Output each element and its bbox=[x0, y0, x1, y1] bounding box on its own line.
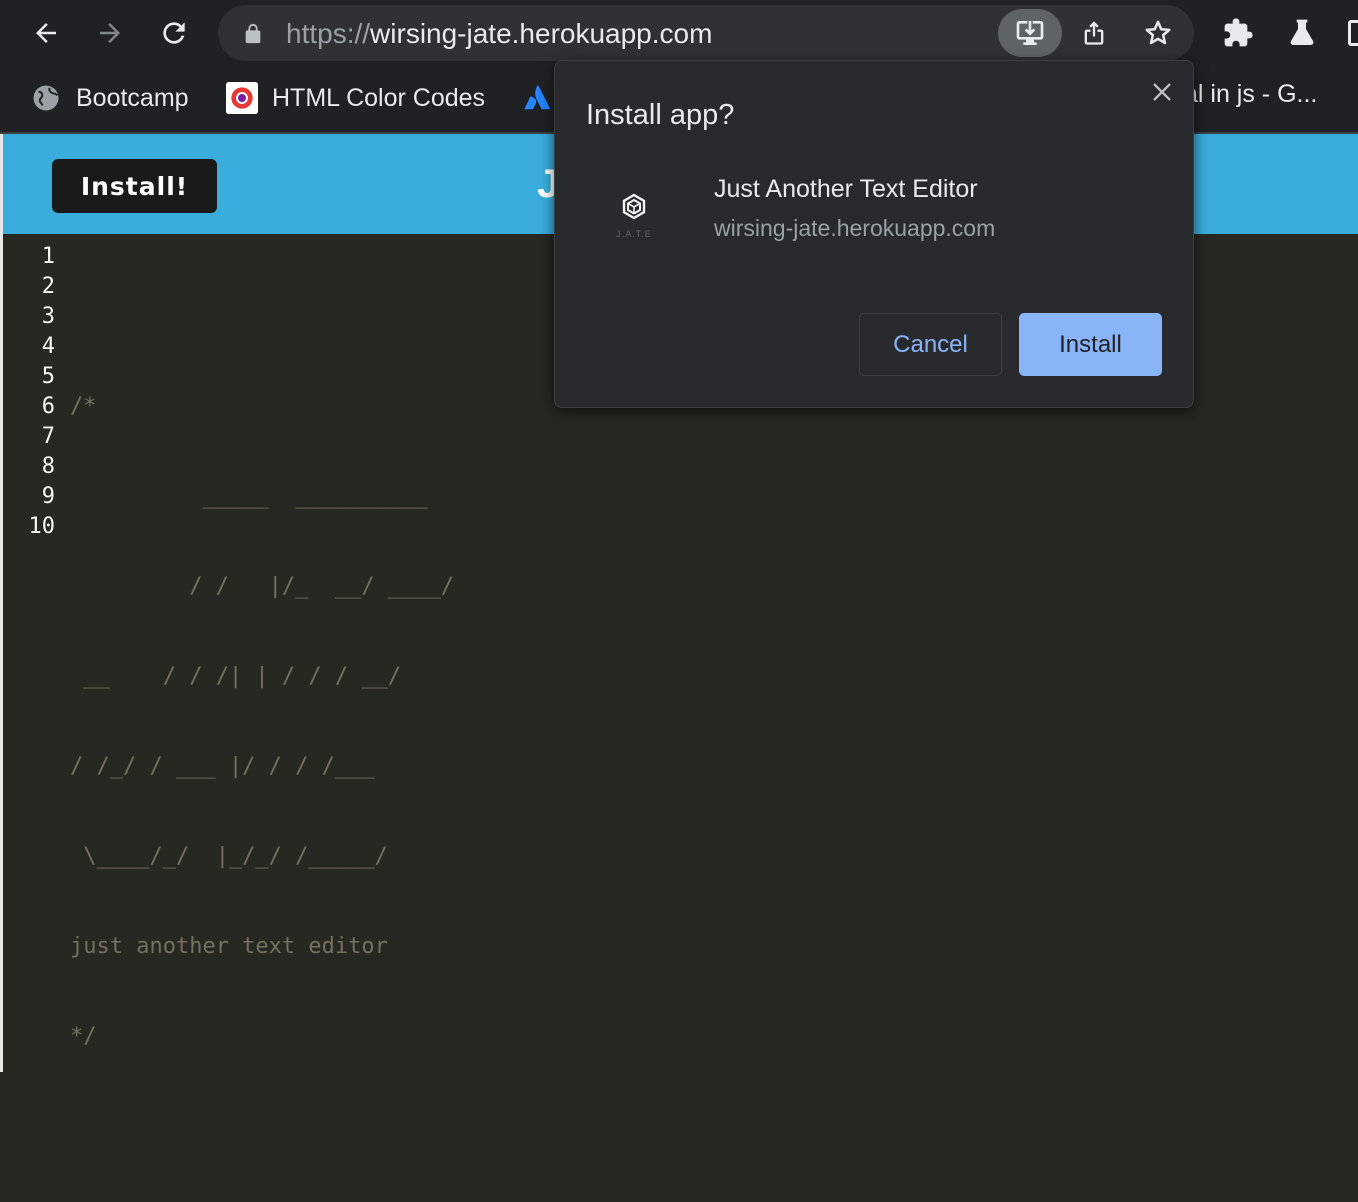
line-number: 10 bbox=[28, 514, 56, 539]
globe-icon bbox=[30, 82, 62, 114]
close-button[interactable] bbox=[1145, 75, 1179, 109]
code-line: /* bbox=[70, 394, 97, 419]
code-line: / /_/ / ___ |/ / / /___ bbox=[70, 754, 375, 779]
extensions-button[interactable] bbox=[1219, 14, 1257, 52]
line-number: 7 bbox=[41, 424, 55, 449]
line-number: 3 bbox=[41, 304, 55, 329]
bookmark-star-button[interactable] bbox=[1134, 9, 1182, 57]
line-number: 9 bbox=[41, 484, 55, 509]
install-button[interactable]: Install bbox=[1019, 313, 1162, 376]
line-number: 1 bbox=[41, 244, 55, 269]
line-number: 4 bbox=[41, 334, 55, 359]
line-number: 5 bbox=[41, 364, 55, 389]
code-line: __ / / /| | / / / __/ bbox=[70, 664, 402, 689]
star-icon bbox=[1145, 20, 1171, 45]
puzzle-icon bbox=[1224, 18, 1253, 47]
bookmark-label: HTML Color Codes bbox=[272, 83, 486, 112]
install-app-dialog: Install app? J.A.T.E Just Another Text E… bbox=[554, 60, 1194, 408]
labs-button[interactable] bbox=[1283, 14, 1321, 52]
app-icon: J.A.T.E bbox=[611, 189, 657, 243]
bookmark-html-color-codes[interactable]: HTML Color Codes bbox=[226, 80, 485, 116]
browser-toolbar: https://wirsing-jate.herokuapp.com bbox=[0, 0, 1358, 66]
reload-icon bbox=[163, 22, 185, 44]
jate-logo-icon bbox=[622, 193, 646, 220]
code-content[interactable]: /* _____ __________ / / |/_ __/ ____/ __… bbox=[70, 242, 454, 1202]
line-number: 8 bbox=[41, 454, 55, 479]
page-install-button[interactable]: Install! bbox=[52, 159, 217, 213]
line-number-gutter: 1 2 3 4 5 6 7 8 9 10 bbox=[3, 242, 56, 542]
install-desktop-icon bbox=[1016, 21, 1044, 45]
line-number: 6 bbox=[41, 394, 55, 419]
flask-icon bbox=[1290, 19, 1314, 45]
atlassian-icon bbox=[522, 82, 554, 114]
code-line: just another text editor bbox=[70, 934, 388, 959]
url-host: wirsing-jate.herokuapp.com bbox=[370, 18, 713, 49]
bookmark-truncated[interactable]: al in js - G... bbox=[1184, 80, 1317, 109]
install-app-omnibox-button[interactable] bbox=[998, 9, 1062, 57]
share-icon bbox=[1084, 21, 1104, 45]
code-line: / / |/_ __/ ____/ bbox=[70, 574, 455, 599]
html-color-codes-icon bbox=[226, 82, 258, 114]
reload-button[interactable] bbox=[155, 14, 193, 52]
forward-arrow-icon bbox=[100, 23, 120, 43]
dialog-title: Install app? bbox=[586, 99, 735, 131]
bookmark-label: Bootcamp bbox=[76, 83, 189, 112]
line-number: 2 bbox=[41, 274, 55, 299]
code-line: _____ __________ bbox=[70, 484, 428, 509]
bookmark-bootcamp[interactable]: Bootcamp bbox=[30, 80, 189, 116]
share-button[interactable] bbox=[1070, 9, 1118, 57]
code-line: */ bbox=[70, 1024, 97, 1049]
url-scheme: https:// bbox=[286, 18, 371, 49]
code-line: \____/_/ |_/_/ /_____/ bbox=[70, 844, 388, 869]
app-name: Just Another Text Editor bbox=[714, 175, 978, 203]
app-icon-label: J.A.T.E bbox=[616, 229, 652, 239]
cancel-button[interactable]: Cancel bbox=[859, 313, 1002, 376]
lock-icon bbox=[245, 23, 261, 44]
app-origin: wirsing-jate.herokuapp.com bbox=[714, 215, 996, 241]
url-text: https://wirsing-jate.herokuapp.com bbox=[286, 18, 712, 50]
side-panel-icon[interactable] bbox=[1348, 20, 1358, 46]
address-bar[interactable]: https://wirsing-jate.herokuapp.com bbox=[218, 5, 1194, 61]
close-icon bbox=[1153, 83, 1171, 101]
back-arrow-icon bbox=[36, 23, 56, 43]
back-button[interactable] bbox=[27, 14, 65, 52]
forward-button[interactable] bbox=[91, 14, 129, 52]
